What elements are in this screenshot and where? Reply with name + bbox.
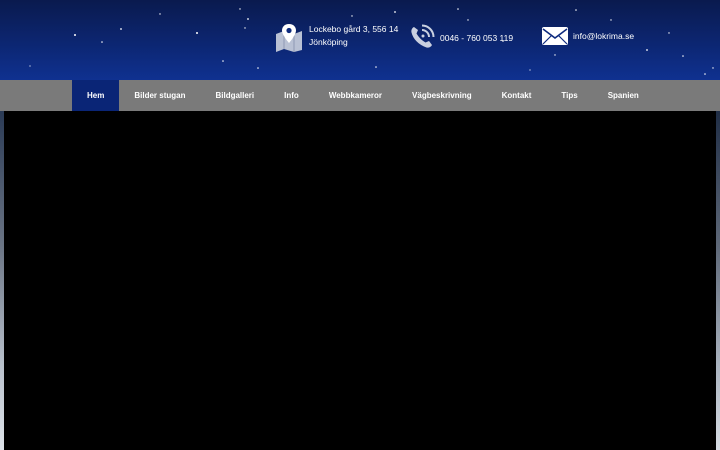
main-navigation: Hem Bilder stugan Bildgalleri Info Webbk… <box>0 80 720 111</box>
nav-menu: Hem Bilder stugan Bildgalleri Info Webbk… <box>72 80 654 111</box>
site-header: Lockebo gård 3, 556 14 Jönköping 0046 - … <box>0 0 720 80</box>
nav-item-spanien[interactable]: Spanien <box>593 80 654 111</box>
hero-image-area <box>0 111 720 450</box>
phone-icon <box>411 24 435 48</box>
nav-item-hem[interactable]: Hem <box>72 80 120 111</box>
nav-item-info[interactable]: Info <box>269 80 314 111</box>
nav-item-vagbeskrivning[interactable]: Vägbeskrivning <box>397 80 487 111</box>
nav-item-bilder-stugan[interactable]: Bilder stugan <box>119 80 200 111</box>
nav-item-bildgalleri[interactable]: Bildgalleri <box>200 80 269 111</box>
map-pin-icon <box>276 24 302 52</box>
phone-number[interactable]: 0046 - 760 053 119 <box>440 32 513 45</box>
address-contact: Lockebo gård 3, 556 14 Jönköping <box>274 24 398 52</box>
address-line-2: Jönköping <box>309 37 348 47</box>
nav-item-kontakt[interactable]: Kontakt <box>487 80 547 111</box>
phone-contact[interactable]: 0046 - 760 053 119 <box>409 24 513 50</box>
address-line-1: Lockebo gård 3, 556 14 <box>309 24 399 34</box>
hero-edge-right <box>716 111 720 450</box>
email-address[interactable]: info@lokrima.se <box>573 30 634 43</box>
nav-item-tips[interactable]: Tips <box>546 80 592 111</box>
email-contact[interactable]: info@lokrima.se <box>542 26 634 46</box>
hero-edge-left <box>0 111 4 450</box>
nav-item-webbkameror[interactable]: Webbkameror <box>314 80 397 111</box>
envelope-icon <box>542 27 568 45</box>
